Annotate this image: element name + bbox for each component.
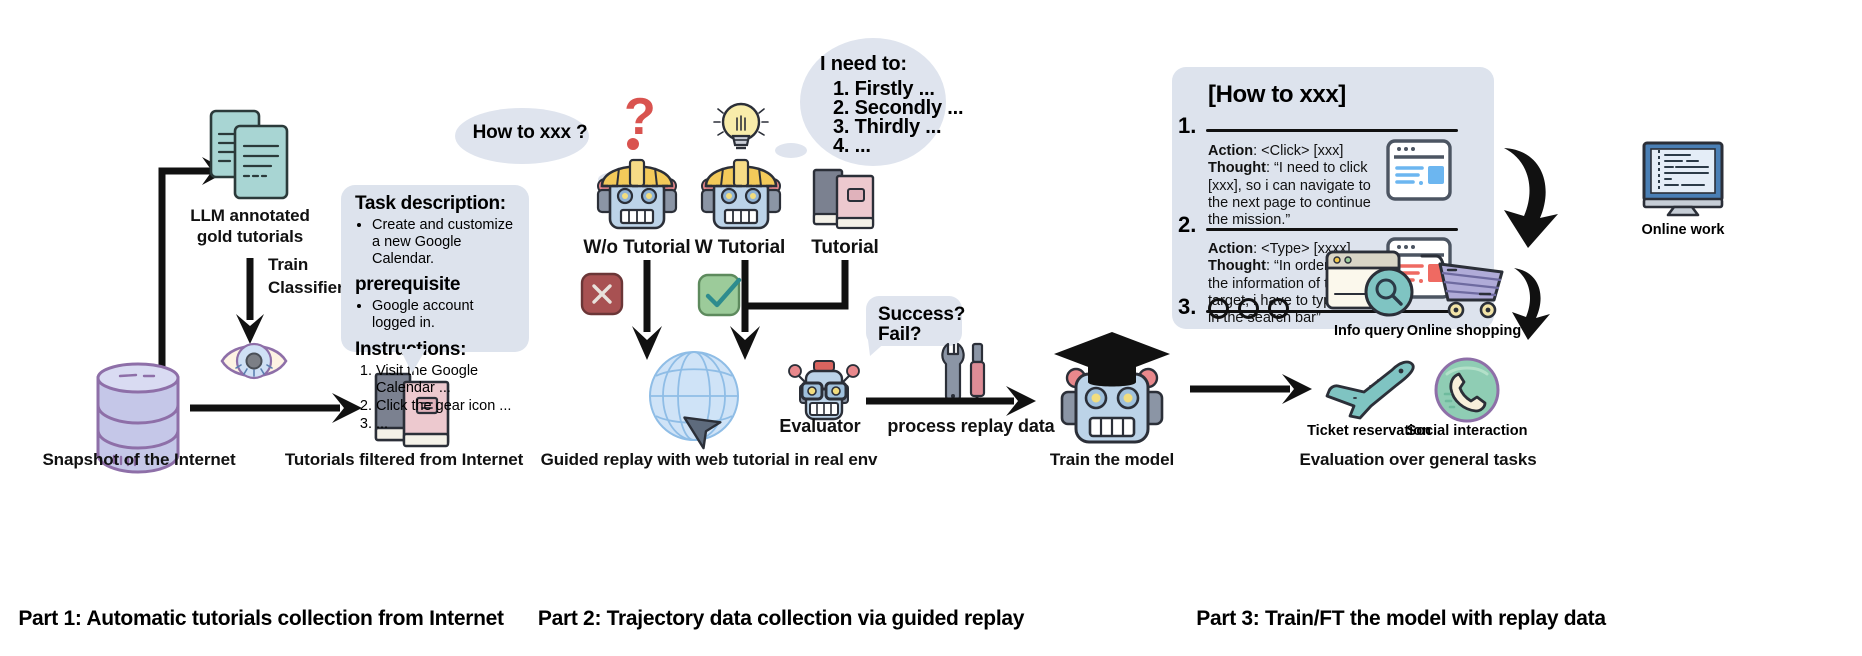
classifier-label: Classifier (268, 278, 344, 297)
i-need-to-item: 4. ... (833, 135, 871, 157)
arrow-evaluator-to-train (866, 386, 1036, 416)
curved-arrow-to-online-work (1504, 148, 1558, 248)
prerequisite-title: prerequisite (355, 274, 461, 296)
graduate-robot-icon (1054, 332, 1170, 444)
success-fail-bubble-tail (868, 340, 888, 356)
robot-without-tutorial-label: W/o Tutorial (583, 237, 691, 258)
app-label-online-work: Online work (1641, 222, 1725, 238)
airplane-icon (1325, 360, 1415, 420)
train-label: Train (268, 255, 309, 274)
instructions-title: Instructions: (355, 339, 519, 361)
step-number-2: 2. (1178, 212, 1197, 237)
filtered-tutorials-label: Tutorials filtered from Internet (284, 450, 524, 469)
robot-with-tutorial-icon (700, 158, 782, 230)
task-card-tail (400, 349, 426, 373)
how-to-bubble-text: How to xxx ? (472, 122, 588, 143)
instruction-item: ... (376, 416, 519, 434)
howto-card-title: [How to xxx] (1208, 81, 1346, 108)
app-label-info-query: Info query (1333, 323, 1405, 339)
instruction-item: Click the gear icon ... (376, 398, 519, 416)
monitor-icon (1642, 141, 1724, 217)
gold-tutorials-label-line2: gold tutorials (196, 227, 304, 246)
step3-placeholder-dots (1208, 298, 1289, 319)
step2-thought-key: Thought (1208, 258, 1266, 275)
train-the-model-label: Train the model (1049, 450, 1175, 469)
part2-caption: Part 2: Trajectory data collection via g… (537, 607, 1025, 630)
evaluation-over-tasks-label: Evaluation over general tasks (1299, 450, 1537, 469)
arrow-train-to-evaluation (1190, 374, 1312, 404)
step-number-1: 1. (1178, 113, 1197, 138)
task-item: Create and customize a new Google Calend… (372, 217, 519, 268)
gold-tutorials-label-line1: LLM annotated (190, 206, 310, 225)
step1-action-value: : <Click> [xxx] (1253, 143, 1344, 159)
diagram-canvas: LLM annotated gold tutorials Train Class… (0, 0, 1862, 656)
step-divider-2 (1206, 228, 1458, 231)
browser-thumbnail-step1-icon (1386, 139, 1452, 201)
step1-action-key: Action (1208, 143, 1254, 159)
tutorial-books-icon (812, 168, 875, 230)
snapshot-label: Snapshot of the Internet (42, 450, 236, 469)
part1-caption: Part 1: Automatic tutorials collection f… (18, 607, 504, 630)
prerequisite-item: Google account logged in. (372, 298, 519, 332)
robot-without-tutorial-icon (596, 158, 678, 230)
fail-badge-icon (580, 272, 624, 316)
evaluator-label: Evaluator (779, 416, 861, 436)
part3-caption: Part 3: Train/FT the model with replay d… (1196, 607, 1606, 630)
i-need-to-header: I need to: (820, 53, 907, 75)
phone-chat-icon (1434, 357, 1500, 423)
shopping-cart-icon (1420, 254, 1504, 319)
step-number-3: 3. (1178, 294, 1197, 319)
app-label-social-interaction: Social interaction (1406, 423, 1528, 439)
browser-search-icon (1325, 250, 1414, 317)
step-divider-1 (1206, 129, 1458, 132)
robot-with-tutorial-label: W Tutorial (694, 237, 786, 258)
tutorial-label: Tutorial (811, 237, 879, 258)
globe-environment-icon (649, 351, 739, 450)
app-label-online-shopping: Online shopping (1406, 323, 1522, 339)
process-replay-data-label: process replay data (887, 416, 1055, 436)
guided-replay-label: Guided replay with web tutorial in real … (540, 450, 878, 469)
svg-text:?: ? (624, 88, 656, 146)
step2-action-key: Action (1208, 241, 1254, 257)
arrow-with-tutorial-to-env (730, 260, 849, 360)
gold-tutorial-documents-icon (209, 109, 289, 200)
task-description-title: Task description: (355, 193, 506, 214)
eye-classifier-icon (220, 342, 288, 380)
task-description-card: Task description: Create and customize a… (341, 185, 529, 432)
step1-thought-key: Thought (1208, 160, 1266, 177)
arrow-snapshot-to-filtered (190, 393, 362, 423)
